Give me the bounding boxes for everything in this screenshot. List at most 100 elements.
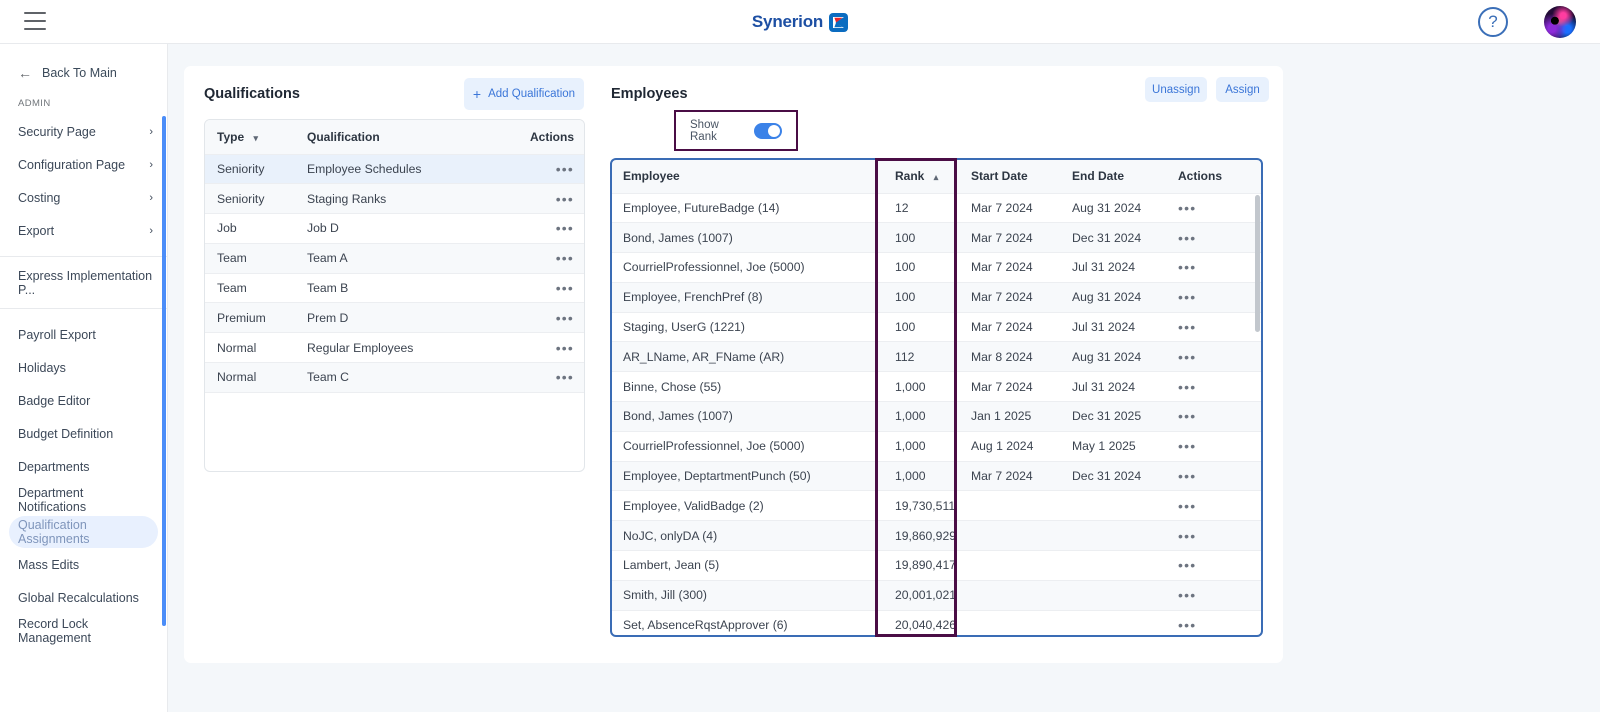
scrollbar-thumb[interactable]: [1255, 195, 1260, 332]
table-row[interactable]: Job Job D •••: [205, 213, 584, 244]
cell-end-date: Dec 31 2025: [1060, 401, 1166, 432]
sidebar-item-security-page[interactable]: Security Page ›: [0, 115, 167, 148]
sidebar-item-badge-editor[interactable]: Badge Editor: [0, 384, 167, 417]
row-actions-icon[interactable]: •••: [556, 161, 574, 177]
back-to-main-button[interactable]: ← Back To Main: [0, 44, 167, 80]
table-row[interactable]: Seniority Employee Schedules •••: [205, 154, 584, 185]
row-actions-icon[interactable]: •••: [1178, 498, 1196, 514]
sidebar-item-holidays[interactable]: Holidays: [0, 351, 167, 384]
cell-qualification: Team C: [295, 362, 505, 393]
chevron-right-icon: ›: [149, 224, 153, 237]
row-actions-icon[interactable]: •••: [556, 280, 574, 296]
row-actions-icon[interactable]: •••: [1178, 438, 1196, 454]
table-row[interactable]: Set, AbsenceRqstApprover (6) 20,040,426 …: [611, 610, 1262, 635]
row-actions-icon[interactable]: •••: [1178, 349, 1196, 365]
table-row[interactable]: Smith, Jill (300) 20,001,021 •••: [611, 580, 1262, 611]
table-row[interactable]: CourrielProfessionnel, Joe (5000) 100 Ma…: [611, 252, 1262, 283]
column-header-qualification[interactable]: Qualification: [295, 120, 505, 155]
cell-employee: Lambert, Jean (5): [611, 550, 883, 581]
table-row[interactable]: Employee, FrenchPref (8) 100 Mar 7 2024 …: [611, 282, 1262, 313]
row-actions-icon[interactable]: •••: [1178, 557, 1196, 573]
row-actions-icon[interactable]: •••: [556, 310, 574, 326]
sidebar-item-costing[interactable]: Costing ›: [0, 181, 167, 214]
table-row[interactable]: Team Team A •••: [205, 243, 584, 274]
sidebar-scrollbar[interactable]: [162, 116, 166, 626]
table-row[interactable]: AR_LName, AR_FName (AR) 112 Mar 8 2024 A…: [611, 341, 1262, 373]
unassign-button[interactable]: Unassign: [1145, 77, 1207, 102]
sort-desc-icon: ▾: [253, 132, 258, 143]
row-actions-icon[interactable]: •••: [1178, 408, 1196, 424]
table-row[interactable]: Employee, FutureBadge (14) 12 Mar 7 2024…: [611, 193, 1262, 224]
column-header-rank[interactable]: Rank ▴: [883, 159, 959, 194]
row-actions-icon[interactable]: •••: [1178, 617, 1196, 633]
table-row[interactable]: Employee, ValidBadge (2) 19,730,511 •••: [611, 490, 1262, 522]
plus-icon: +: [472, 86, 482, 102]
sidebar-item-qualification-assignments[interactable]: Qualification Assignments: [9, 516, 158, 548]
column-header-employee[interactable]: Employee: [611, 159, 883, 194]
sidebar-item-export[interactable]: Export ›: [0, 214, 167, 247]
row-actions-icon[interactable]: •••: [556, 369, 574, 385]
employees-table-scrollbar[interactable]: [1255, 195, 1260, 625]
row-actions-icon[interactable]: •••: [1178, 319, 1196, 335]
show-rank-toggle-group[interactable]: Show Rank: [676, 112, 796, 149]
cell-employee: Bond, James (1007): [611, 401, 883, 432]
row-actions-icon[interactable]: •••: [1178, 528, 1196, 544]
sidebar-item-budget-definition[interactable]: Budget Definition: [0, 417, 167, 450]
sidebar-divider-1: [0, 256, 167, 257]
cell-type: Premium: [205, 302, 295, 334]
avatar[interactable]: [1544, 6, 1576, 38]
sidebar-item-department-notifications[interactable]: Department Notifications: [0, 483, 167, 516]
qualifications-title: Qualifications: [204, 86, 300, 102]
sidebar-item-global-recalculations[interactable]: Global Recalculations: [0, 581, 167, 614]
table-row[interactable]: Team Team B •••: [205, 273, 584, 304]
sidebar-item-payroll-export[interactable]: Payroll Export: [0, 318, 167, 351]
table-row[interactable]: Premium Prem D •••: [205, 302, 584, 334]
cell-end-date: Jul 31 2024: [1060, 252, 1166, 283]
row-actions-icon[interactable]: •••: [1178, 468, 1196, 484]
sidebar-item-label: Express Implementation P...: [18, 268, 153, 297]
table-row[interactable]: Binne, Chose (55) 1,000 Mar 7 2024 Jul 3…: [611, 371, 1262, 403]
cell-end-date: Aug 31 2024: [1060, 193, 1166, 224]
table-header-row: Employee Rank ▴ Start Date End Date Acti…: [611, 159, 1262, 194]
column-header-start-date[interactable]: Start Date: [959, 159, 1060, 194]
table-row[interactable]: NoJC, onlyDA (4) 19,860,929 •••: [611, 520, 1262, 552]
cell-start-date: [959, 580, 1060, 611]
table-row[interactable]: Normal Team C •••: [205, 362, 584, 393]
cell-qualification: Employee Schedules: [295, 154, 505, 185]
row-actions-icon[interactable]: •••: [556, 220, 574, 236]
table-row[interactable]: Bond, James (1007) 1,000 Jan 1 2025 Dec …: [611, 401, 1262, 432]
row-actions-icon[interactable]: •••: [1178, 379, 1196, 395]
show-rank-switch[interactable]: [753, 122, 782, 139]
add-qualification-button[interactable]: + Add Qualification: [464, 78, 584, 110]
assign-button[interactable]: Assign: [1216, 77, 1269, 102]
sidebar-item-record-lock-management[interactable]: Record Lock Management: [0, 614, 167, 647]
row-actions-icon[interactable]: •••: [556, 191, 574, 207]
sidebar-item-express-implementation[interactable]: Express Implementation P...: [0, 266, 167, 299]
sidebar-item-configuration-page[interactable]: Configuration Page ›: [0, 148, 167, 181]
row-actions-icon[interactable]: •••: [556, 340, 574, 356]
row-actions-icon[interactable]: •••: [1178, 200, 1196, 216]
row-actions-icon[interactable]: •••: [1178, 289, 1196, 305]
column-header-type[interactable]: Type ▾: [205, 120, 295, 155]
table-row[interactable]: Lambert, Jean (5) 19,890,417 •••: [611, 550, 1262, 581]
cell-type: Team: [205, 243, 295, 274]
sidebar: ← Back To Main ADMIN Security Page › Con…: [0, 44, 168, 712]
table-row[interactable]: CourrielProfessionnel, Joe (5000) 1,000 …: [611, 431, 1262, 462]
column-header-end-date[interactable]: End Date: [1060, 159, 1166, 194]
switch-knob: [768, 124, 780, 137]
table-row[interactable]: Normal Regular Employees •••: [205, 332, 584, 364]
row-actions-icon[interactable]: •••: [1178, 230, 1196, 246]
sidebar-item-departments[interactable]: Departments: [0, 450, 167, 483]
cell-start-date: Mar 7 2024: [959, 222, 1060, 254]
table-row[interactable]: Employee, DeptartmentPunch (50) 1,000 Ma…: [611, 461, 1262, 492]
sidebar-item-mass-edits[interactable]: Mass Edits: [0, 548, 167, 581]
row-actions-icon[interactable]: •••: [1178, 259, 1196, 275]
help-icon[interactable]: ?: [1478, 7, 1508, 37]
table-row[interactable]: Seniority Staging Ranks •••: [205, 183, 584, 215]
row-actions-icon[interactable]: •••: [1178, 587, 1196, 603]
table-row[interactable]: Staging, UserG (1221) 100 Mar 7 2024 Jul…: [611, 312, 1262, 343]
cell-employee: Set, AbsenceRqstApprover (6): [611, 610, 883, 635]
cell-start-date: Mar 7 2024: [959, 282, 1060, 313]
table-row[interactable]: Bond, James (1007) 100 Mar 7 2024 Dec 31…: [611, 222, 1262, 254]
row-actions-icon[interactable]: •••: [556, 250, 574, 266]
